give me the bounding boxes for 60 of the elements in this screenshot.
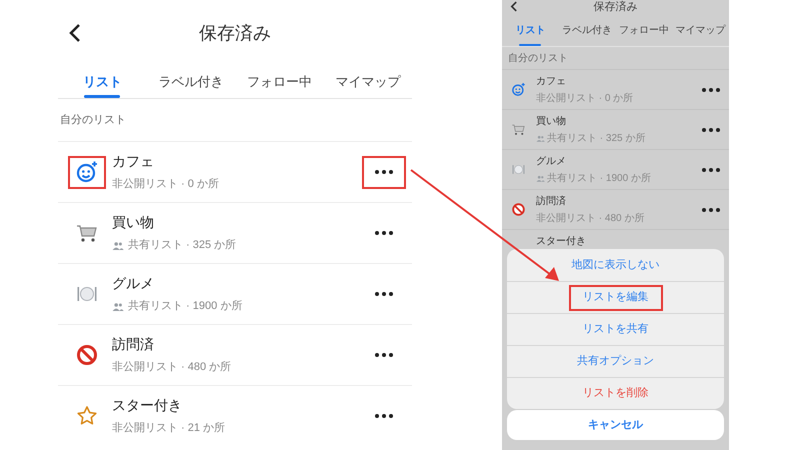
tab[interactable]: フォロー中 — [235, 66, 324, 98]
back-button[interactable] — [68, 23, 82, 43]
more-icon — [375, 170, 393, 174]
section-label: 自分のリスト — [59, 112, 127, 128]
list-detail: 非公開リスト · 0 か所 — [536, 92, 634, 106]
list-detail: 非公開リスト · 21 か所 — [112, 421, 226, 436]
more-icon — [375, 292, 393, 296]
section-label: 自分のリスト — [507, 52, 569, 66]
list-detail: 共有リスト · 1900 か所 — [128, 299, 242, 314]
prohibited-icon — [510, 202, 526, 217]
list-detail: 非公開リスト · 480 か所 — [112, 360, 232, 376]
sheet-action[interactable]: リストを編集 — [568, 284, 662, 310]
prohibited-icon — [75, 343, 99, 367]
sheet-action[interactable]: 地図に表示しない — [566, 252, 666, 278]
back-icon — [510, 1, 518, 12]
screen-title: 保存済み — [594, 2, 638, 12]
list-name: スター付き — [536, 235, 587, 249]
list-detail: 非公開リスト · 0 か所 — [112, 177, 219, 192]
list-name: グルメ — [112, 274, 155, 294]
smiley-icon — [510, 82, 526, 97]
sheet-action[interactable]: リストを共有 — [576, 316, 654, 342]
sheet-action[interactable]: リストを削除 — [576, 380, 654, 406]
tab[interactable]: マイマップ — [324, 66, 412, 98]
more-icon — [702, 208, 720, 212]
back-icon — [68, 23, 82, 43]
list-name: 買い物 — [536, 115, 567, 129]
more-button[interactable] — [362, 156, 406, 188]
plate-icon — [510, 162, 526, 177]
list-detail: 共有リスト · 325 か所 — [128, 238, 236, 254]
list-detail: 非公開リスト · 480 か所 — [536, 212, 644, 226]
tab[interactable]: フォロー中 — [616, 14, 672, 46]
list-name: グルメ — [536, 155, 567, 169]
smiley-icon — [75, 160, 99, 184]
list-row[interactable]: スター付き 非公開リスト · 21 か所 — [58, 385, 412, 446]
list-name: 訪問済 — [536, 194, 567, 209]
more-icon — [375, 231, 393, 235]
list-name: 訪問済 — [112, 335, 155, 354]
tab[interactable]: ラベル付き — [558, 14, 616, 46]
cancel-button[interactable]: キャンセル — [507, 410, 724, 440]
sheet-action[interactable]: 共有オプション — [571, 348, 660, 374]
more-icon — [702, 168, 720, 172]
screen-title: 保存済み — [199, 22, 271, 44]
tab[interactable]: リスト — [58, 66, 146, 98]
list-row[interactable]: 買い物 共有リスト · 325 か所 — [58, 202, 412, 263]
tab[interactable]: ラベル付き — [146, 66, 235, 98]
tab[interactable]: マイマップ — [672, 14, 729, 46]
more-icon — [702, 128, 720, 132]
list-name: 買い物 — [112, 213, 155, 232]
cart-icon — [510, 122, 526, 137]
list-row[interactable]: カフェ 非公開リスト · 0 か所 — [58, 141, 412, 202]
list-row[interactable]: 訪問済 非公開リスト · 480 か所 — [58, 324, 412, 385]
more-icon — [375, 353, 393, 357]
more-icon — [375, 414, 393, 418]
list-name: カフェ — [536, 75, 567, 89]
list-row[interactable]: グルメ 共有リスト · 1900 か所 — [58, 263, 412, 324]
list-detail: 共有リスト · 1900 か所 — [547, 172, 651, 186]
list-name: カフェ — [112, 152, 155, 172]
list-detail: 共有リスト · 325 か所 — [547, 132, 646, 146]
list-name: スター付き — [112, 396, 183, 416]
more-icon — [702, 88, 720, 92]
